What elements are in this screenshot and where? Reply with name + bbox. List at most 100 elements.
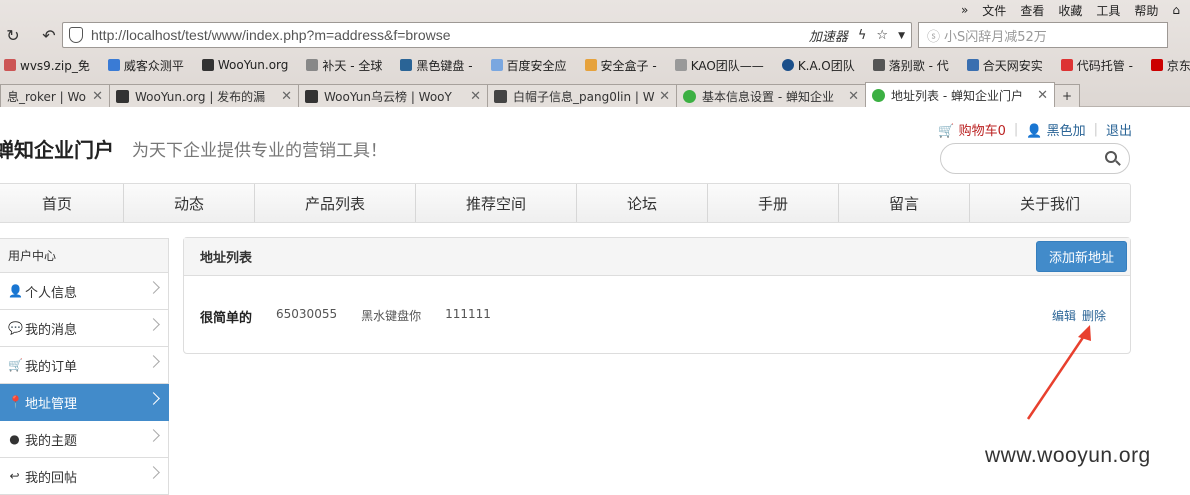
bookmark-item[interactable]: 威客众测平 (107, 57, 184, 74)
site-brand[interactable]: 蝉知企业门户 (0, 134, 114, 163)
nav-manual[interactable]: 手册 (708, 184, 839, 222)
browser-tab[interactable]: WooYun.org | 发布的漏 ✕ (109, 84, 299, 107)
search-icon[interactable] (1105, 151, 1117, 163)
annotation-arrow (1026, 325, 1091, 420)
address-row: 很简单的 65030055 黑水键盘你 111111 (200, 307, 491, 326)
sidebar-item-messages[interactable]: 💬 我的消息 (0, 310, 169, 347)
address-phone: 65030055 (276, 307, 338, 321)
cart-label: 购物车0 (958, 124, 1006, 139)
bookmark-item[interactable]: 落别歌 - 代 (872, 57, 949, 74)
browser-tab-active[interactable]: 地址列表 - 蝉知企业门户 ✕ (865, 82, 1055, 107)
user-icon: 👤 (1026, 124, 1043, 139)
undo-icon[interactable]: ↶ (38, 24, 60, 46)
user-icon: 👤 (8, 284, 23, 298)
sidebar-title: 用户中心 (0, 238, 169, 273)
bookmark-item[interactable]: K.A.O团队 (781, 57, 855, 74)
bookmark-icon (201, 59, 214, 71)
chevron-right-icon (147, 281, 160, 294)
nav-home[interactable]: 首页 (0, 184, 124, 222)
menu-chevron-icon[interactable]: » (961, 3, 968, 17)
site-search-input[interactable] (940, 143, 1130, 174)
menu-help[interactable]: 帮助 (1134, 2, 1158, 19)
bookmark-icon (584, 59, 597, 71)
bookmark-item[interactable]: 合天网安实 (966, 57, 1043, 74)
browser-search-placeholder: 小S闪辞月减52万 (944, 29, 1047, 45)
bookmark-item[interactable]: 补天 - 全球 (306, 57, 382, 74)
browser-tab[interactable]: WooYun乌云榜 | WooY ✕ (298, 84, 488, 107)
star-icon[interactable]: ☆ (876, 28, 888, 43)
dropdown-icon[interactable]: ▼ (898, 31, 905, 41)
shield-icon (69, 27, 83, 43)
sidebar-item-threads[interactable]: ● 我的主题 (0, 421, 169, 458)
navigation-row: ↻ ↶ http://localhost/test/www/index.php?… (0, 20, 1190, 50)
bookmark-item[interactable]: 黑色键盘 - (400, 57, 473, 74)
close-icon[interactable]: ✕ (92, 89, 103, 104)
panel-title: 地址列表 (184, 238, 1130, 276)
reply-icon: ↩ (9, 469, 20, 483)
chevron-right-icon (147, 318, 160, 331)
cart-icon: 🛒 (8, 358, 23, 372)
lightning-icon[interactable]: ϟ (858, 28, 867, 43)
close-icon[interactable]: ✕ (281, 89, 292, 104)
page-icon (494, 89, 507, 103)
sidebar-item-address[interactable]: 📍 地址管理 (0, 384, 169, 421)
close-icon[interactable]: ✕ (470, 89, 481, 104)
nav-forum[interactable]: 论坛 (577, 184, 708, 222)
bookmark-icon (400, 59, 413, 71)
nav-dynamic[interactable]: 动态 (124, 184, 255, 222)
sidebar-item-label: 我的订单 (25, 359, 78, 375)
menu-view[interactable]: 查看 (1020, 2, 1044, 19)
browser-search-input[interactable]: ⓢ 小S闪辞月减52万 (918, 22, 1168, 48)
bookmark-icon (1060, 59, 1073, 71)
cart-link[interactable]: 🛒 购物车0 (938, 120, 1006, 139)
nav-recommended[interactable]: 推荐空间 (416, 184, 577, 222)
bookmark-item[interactable]: 京东商 (1150, 57, 1190, 74)
close-icon[interactable]: ✕ (659, 89, 670, 104)
add-address-button[interactable]: 添加新地址 (1035, 241, 1127, 272)
new-tab-button[interactable]: + (1054, 84, 1080, 107)
bookmark-item[interactable]: WooYun.org (201, 58, 288, 72)
address-name: 很简单的 (200, 311, 253, 326)
url-text[interactable]: http://localhost/test/www/index.php?m=ad… (91, 27, 451, 43)
bookmark-icon (4, 59, 16, 71)
chevron-right-icon (147, 392, 160, 405)
accelerator-label[interactable]: 加速器 (809, 26, 848, 45)
user-link[interactable]: 👤 黑色加 (1026, 120, 1085, 139)
bookmark-icon (966, 59, 979, 71)
menu-file[interactable]: 文件 (982, 2, 1006, 19)
close-icon[interactable]: ✕ (1037, 88, 1048, 103)
tab-label: 白帽子信息_pang0lin | W (513, 89, 655, 104)
nav-products[interactable]: 产品列表 (255, 184, 416, 222)
menu-favorites[interactable]: 收藏 (1058, 2, 1082, 19)
tab-label: 地址列表 - 蝉知企业门户 (891, 88, 1023, 103)
refresh-icon[interactable]: ↻ (2, 24, 24, 46)
wooyun-icon (305, 89, 318, 103)
browser-tab[interactable]: 基本信息设置 - 蝉知企业 ✕ (676, 84, 866, 107)
close-icon[interactable]: ✕ (848, 89, 859, 104)
sidebar-item-label: 我的回帖 (25, 470, 78, 486)
sidebar-item-profile[interactable]: 👤 个人信息 (0, 273, 169, 310)
bookmark-item[interactable]: wvs9.zip_免 (4, 57, 90, 74)
sidebar-item-orders[interactable]: 🛒 我的订单 (0, 347, 169, 384)
sidebar-item-label: 个人信息 (25, 285, 78, 301)
bookmark-item[interactable]: 代码托管 - (1060, 57, 1133, 74)
site-slogan: 为天下企业提供专业的营销工具！ (132, 141, 387, 161)
address-bar[interactable]: http://localhost/test/www/index.php?m=ad… (62, 22, 912, 48)
bookmark-item[interactable]: KAO团队—— (674, 57, 764, 74)
bookmark-icon (872, 59, 885, 71)
wooyun-icon (116, 89, 129, 103)
logout-link[interactable]: 退出 (1106, 120, 1132, 139)
bookmark-item[interactable]: 百度安全应 (490, 57, 567, 74)
bookmark-icon (306, 59, 319, 71)
nav-about[interactable]: 关于我们 (970, 184, 1130, 222)
browser-tab[interactable]: 白帽子信息_pang0lin | W ✕ (487, 84, 677, 107)
browser-tab[interactable]: 息_roker | Wo ✕ (0, 84, 110, 107)
chanzhi-icon (872, 88, 885, 102)
comments-icon: 💬 (8, 321, 23, 335)
watermark: www.wooyun.org (985, 444, 1151, 467)
shirt-icon[interactable]: ⌂ (1172, 3, 1180, 17)
bookmark-item[interactable]: 安全盒子 - (584, 57, 657, 74)
menu-tools[interactable]: 工具 (1096, 2, 1120, 19)
nav-message[interactable]: 留言 (839, 184, 970, 222)
sidebar-item-replies[interactable]: ↩ 我的回帖 (0, 458, 169, 495)
